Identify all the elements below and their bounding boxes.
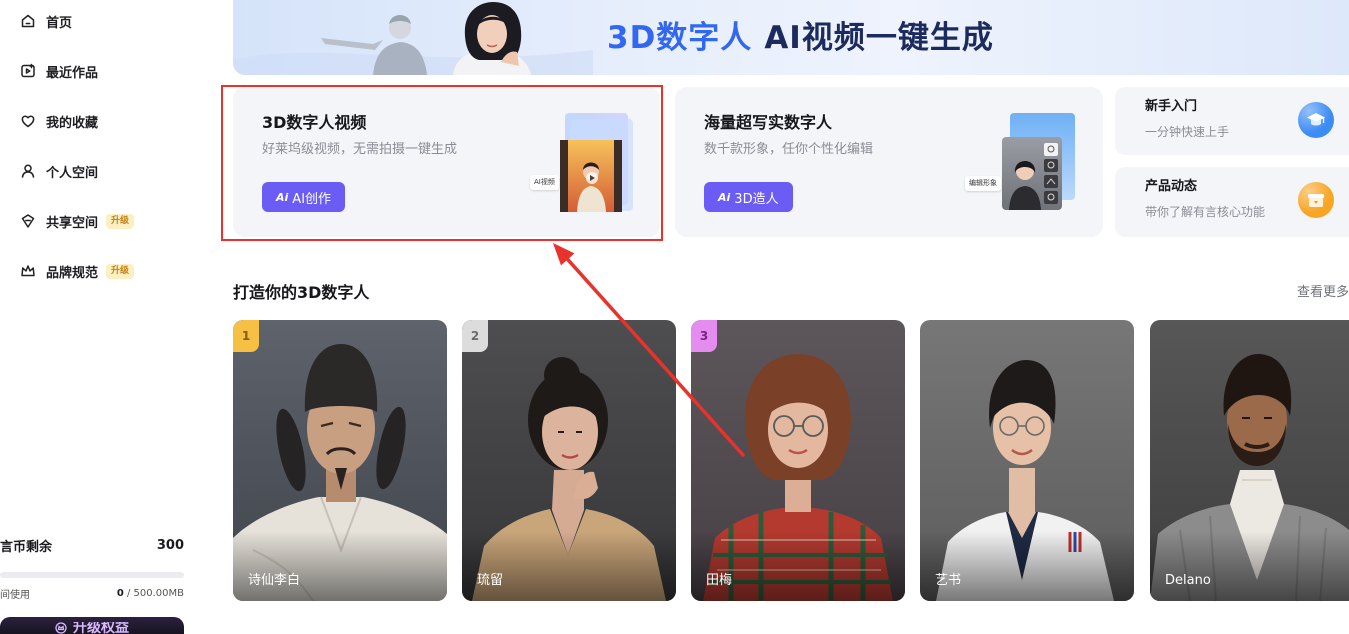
sidebar-nav: 首页 最近作品 我的收藏 个人空间 共享空间 升级 品牌规范 升级 — [0, 1, 200, 301]
quick-link-title: 新手入门 — [1145, 99, 1198, 114]
storage-label: 间使用 — [0, 589, 30, 601]
heart-icon — [20, 113, 36, 129]
upgrade-button-label: 升级权益 — [73, 622, 129, 634]
sidebar-item-home[interactable]: 首页 — [0, 1, 200, 41]
quick-link-desc: 一分钟快速上手 — [1145, 125, 1230, 139]
sidebar-item-personal-space[interactable]: 个人空间 — [0, 151, 200, 191]
section-title: 打造你的3D数字人 — [233, 283, 370, 302]
ai-create-button[interactable]: Ai AI创作 — [262, 182, 346, 212]
storage-progress-bar — [0, 572, 184, 578]
avatar-card[interactable]: Delano — [1150, 320, 1349, 601]
graduation-cap-icon — [1298, 102, 1334, 138]
avatar-shade — [1150, 531, 1349, 601]
feature-card-desc: 好莱坞级视频，无需拍摄一键生成 — [262, 142, 458, 157]
rank-badge: 1 — [233, 320, 259, 352]
brand-icon — [20, 263, 36, 279]
quick-link-product-updates[interactable]: 产品动态 带你了解有言核心功能 — [1115, 167, 1349, 237]
home-icon — [20, 13, 36, 29]
storage-value: 0 / 500.00MB — [117, 588, 184, 599]
upgrade-button[interactable]: 升级权益 — [0, 617, 184, 634]
sidebar-item-label: 共享空间 — [46, 215, 99, 231]
avatar-name: 诗仙李白 — [248, 573, 301, 588]
avatar-shade — [462, 531, 676, 601]
banner-headline: 3D数字人 AI视频一键生成 — [607, 19, 994, 57]
quick-link-desc: 带你了解有言核心功能 — [1145, 205, 1266, 219]
sidebar-item-favorites[interactable]: 我的收藏 — [0, 101, 200, 141]
sidebar-item-label: 品牌规范 — [46, 265, 99, 281]
quick-link-title: 产品动态 — [1145, 179, 1198, 194]
sidebar-item-recent-works[interactable]: 最近作品 — [0, 51, 200, 91]
ai-icon: Ai — [718, 190, 731, 204]
sidebar-item-shared-space[interactable]: 共享空间 升级 — [0, 201, 200, 241]
gift-box-icon — [1298, 182, 1334, 218]
banner-illustration — [233, 2, 593, 75]
avatar-name: Delano — [1165, 573, 1211, 588]
storage-used: 0 — [116, 587, 124, 599]
quick-link-beginner-guide[interactable]: 新手入门 一分钟快速上手 — [1115, 87, 1349, 155]
upgrade-badge: 升级 — [106, 263, 135, 279]
rank-badge: 2 — [462, 320, 488, 352]
ai-icon: Ai — [276, 190, 289, 204]
avatar-name: 田梅 — [706, 573, 733, 588]
storage-total: / 500.00MB — [123, 587, 184, 599]
shared-space-icon — [20, 213, 36, 229]
crown-icon — [55, 622, 67, 634]
rank-badge: 3 — [691, 320, 717, 352]
sidebar-item-brand[interactable]: 品牌规范 升级 — [0, 251, 200, 291]
page: 首页 最近作品 我的收藏 个人空间 共享空间 升级 品牌规范 升级 言币剩余 3… — [0, 0, 1349, 634]
avatar-card[interactable]: 1 诗仙李白 — [233, 320, 447, 601]
feature-card-title: 海量超写实数字人 — [704, 113, 833, 132]
feature-card-image: 编辑形象 — [965, 107, 1085, 222]
avatar-card[interactable]: 艺书 — [920, 320, 1134, 601]
feature-card-desc: 数千款形象，任你个性化编辑 — [704, 142, 874, 157]
storage-row: 间使用 0 / 500.00MB — [0, 586, 184, 601]
avatar-card[interactable]: 3 田梅 — [691, 320, 905, 601]
sidebar: 首页 最近作品 我的收藏 个人空间 共享空间 升级 品牌规范 升级 言币剩余 3… — [0, 0, 200, 634]
create-3d-avatar-button[interactable]: Ai 3D造人 — [704, 182, 793, 212]
upgrade-badge: 升级 — [106, 213, 135, 229]
credits-value: 300 — [156, 537, 184, 553]
edit-avatar-tag: 编辑形象 — [965, 176, 1001, 191]
banner-text: AI视频一键生成 — [764, 20, 994, 56]
credits-label: 言币剩余 — [0, 539, 53, 555]
ai-video-illustration — [560, 113, 633, 212]
sidebar-item-label: 我的收藏 — [46, 115, 99, 131]
feature-card-image: AI视频 — [523, 107, 643, 222]
recent-works-icon — [20, 63, 36, 79]
banner-highlight: 3D数字人 — [607, 20, 753, 56]
ai-create-button-label: AI创作 — [292, 191, 332, 207]
avatar-shade — [233, 531, 447, 601]
promo-banner[interactable]: 3D数字人 AI视频一键生成 — [233, 0, 1349, 75]
avatar-name: 艺书 — [935, 573, 962, 588]
avatar-shade — [691, 531, 905, 601]
edit-avatar-illustration — [1002, 113, 1075, 210]
sidebar-item-label: 最近作品 — [46, 65, 99, 81]
avatar-name: 琉留 — [477, 573, 504, 588]
sidebar-item-label: 个人空间 — [46, 165, 99, 181]
credits-row: 言币剩余 300 — [0, 536, 184, 555]
view-more-link[interactable]: 查看更多 — [1249, 284, 1349, 302]
feature-card-title: 3D数字人视频 — [262, 113, 367, 132]
feature-card-3d-video[interactable]: 3D数字人视频 好莱坞级视频，无需拍摄一键生成 Ai AI创作 AI视频 — [233, 87, 660, 237]
avatar-shade — [920, 531, 1134, 601]
ai-video-tag: AI视频 — [530, 175, 559, 190]
user-icon — [20, 163, 36, 179]
sidebar-item-label: 首页 — [46, 15, 73, 31]
create-3d-avatar-button-label: 3D造人 — [734, 191, 779, 207]
feature-card-digital-human[interactable]: 海量超写实数字人 数千款形象，任你个性化编辑 Ai 3D造人 编辑形象 — [675, 87, 1103, 237]
avatar-card[interactable]: 2 琉留 — [462, 320, 676, 601]
